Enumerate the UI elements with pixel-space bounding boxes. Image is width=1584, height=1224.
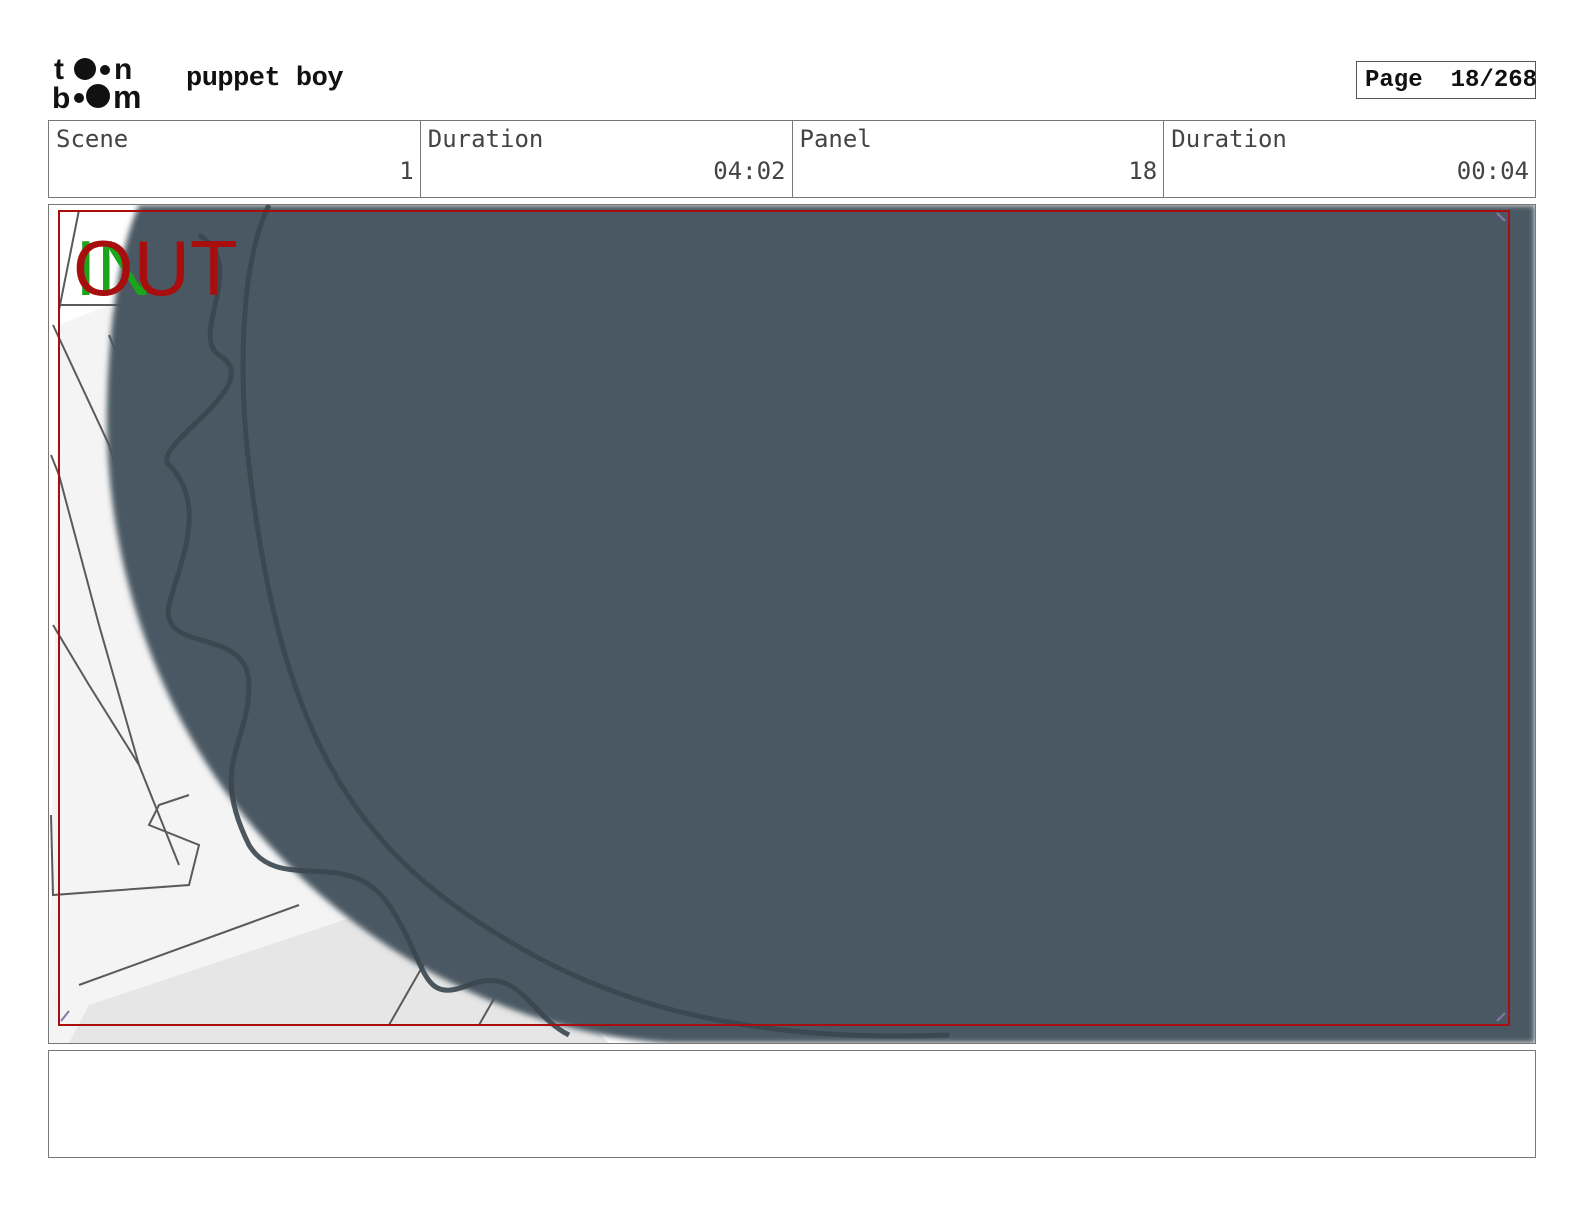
storyboard-panel: IN OUT [48, 204, 1536, 1044]
project-title: puppet boy [186, 64, 344, 94]
scene-duration-value: 04:02 [713, 157, 786, 185]
scene-value: 1 [399, 157, 414, 185]
page-label: Page [1365, 66, 1423, 94]
scene-cell: Scene 1 [49, 121, 421, 197]
panel-drawing [49, 205, 1535, 1043]
panel-info-row: Scene 1 Duration 04:02 Panel 18 Duration… [48, 120, 1536, 198]
panel-duration-label: Duration [1171, 125, 1287, 153]
scene-label: Scene [56, 125, 129, 153]
scene-duration-label: Duration [427, 125, 544, 153]
panel-label: Panel [799, 125, 872, 153]
panel-value: 18 [1128, 157, 1158, 185]
panel-duration-value: 00:04 [1456, 157, 1529, 185]
out-marker: OUT [73, 224, 238, 312]
panel-notes-box [48, 1050, 1536, 1158]
page-indicator: Page 18/268 [1356, 61, 1538, 99]
panel-duration-cell: Duration 00:04 [1164, 121, 1535, 197]
page-value: 18/268 [1450, 66, 1538, 94]
toon-boom-logo: t n b m [52, 52, 164, 115]
svg-text:b: b [52, 82, 70, 112]
scene-duration-cell: Duration 04:02 [421, 121, 793, 197]
svg-text:m: m [113, 79, 141, 112]
panel-cell: Panel 18 [793, 121, 1165, 197]
